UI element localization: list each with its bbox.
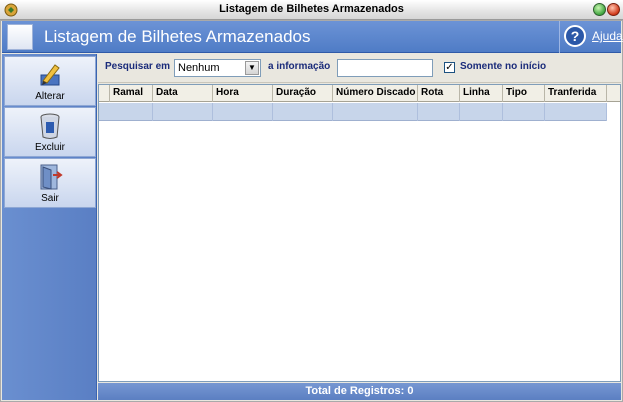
trash-icon — [40, 113, 60, 139]
records-table: Ramal Data Hora Duração Número Discado R… — [98, 84, 621, 382]
window-titlebar: Listagem de Bilhetes Armazenados — [0, 0, 623, 20]
table-cell[interactable] — [213, 103, 273, 121]
table-cell[interactable] — [545, 103, 607, 121]
column-header[interactable]: Tranferida — [545, 85, 607, 102]
sidebar-item-label: Sair — [41, 193, 59, 204]
column-header[interactable]: Duração — [273, 85, 333, 102]
starts-with-checkbox[interactable]: ✓ — [444, 62, 455, 73]
search-field-select[interactable]: Nenhum ▼ — [174, 59, 261, 77]
column-header[interactable]: Data — [153, 85, 213, 102]
exit-door-icon — [40, 164, 63, 190]
page-header: Listagem de Bilhetes Armazenados ? Ajuda — [2, 21, 623, 53]
column-header[interactable]: Linha — [460, 85, 503, 102]
table-cell[interactable] — [503, 103, 545, 121]
help-label: Ajuda — [592, 29, 623, 43]
info-label: a informação — [268, 61, 331, 72]
table-cell[interactable] — [460, 103, 503, 121]
column-header[interactable]: Rota — [418, 85, 460, 102]
table-header: Ramal Data Hora Duração Número Discado R… — [99, 85, 620, 102]
table-cell[interactable] — [273, 103, 333, 121]
column-header[interactable]: Tipo — [503, 85, 545, 102]
window-title: Listagem de Bilhetes Armazenados — [219, 3, 404, 15]
sidebar-item-label: Excluir — [34, 142, 65, 153]
table-cell[interactable] — [418, 103, 460, 121]
table-cell[interactable] — [333, 103, 418, 121]
exit-button[interactable]: Sair — [4, 158, 96, 208]
minimize-button[interactable] — [593, 3, 606, 16]
document-icon — [7, 24, 33, 50]
info-input[interactable] — [337, 59, 433, 77]
sidebar: Alterar Excluir Sair — [2, 54, 97, 400]
page-title: Listagem de Bilhetes Armazenados — [44, 27, 311, 46]
column-header[interactable]: Número Discado — [333, 85, 418, 102]
question-icon: ? — [564, 25, 586, 47]
delete-button[interactable]: Excluir — [4, 107, 96, 157]
search-field-label: Pesquisar em — [105, 61, 171, 72]
help-button[interactable]: ? Ajuda — [559, 21, 623, 53]
table-cell[interactable] — [153, 103, 213, 121]
edit-button[interactable]: Alterar — [4, 56, 96, 106]
chevron-down-icon[interactable]: ▼ — [245, 61, 259, 75]
row-selector-header — [99, 85, 110, 102]
records-total: Total de Registros: 0 — [98, 383, 621, 400]
table-row[interactable] — [99, 103, 607, 121]
search-bar: Pesquisar em Nenhum ▼ a informação ✓ Som… — [98, 55, 621, 83]
checkbox-label: Somente no início — [460, 61, 547, 72]
edit-icon — [40, 64, 60, 86]
column-header[interactable]: Hora — [213, 85, 273, 102]
sidebar-item-label: Alterar — [35, 91, 65, 102]
search-field-value: Nenhum — [178, 62, 220, 74]
close-button[interactable] — [607, 3, 620, 16]
column-header[interactable]: Ramal — [110, 85, 153, 102]
table-cell[interactable] — [110, 103, 153, 121]
